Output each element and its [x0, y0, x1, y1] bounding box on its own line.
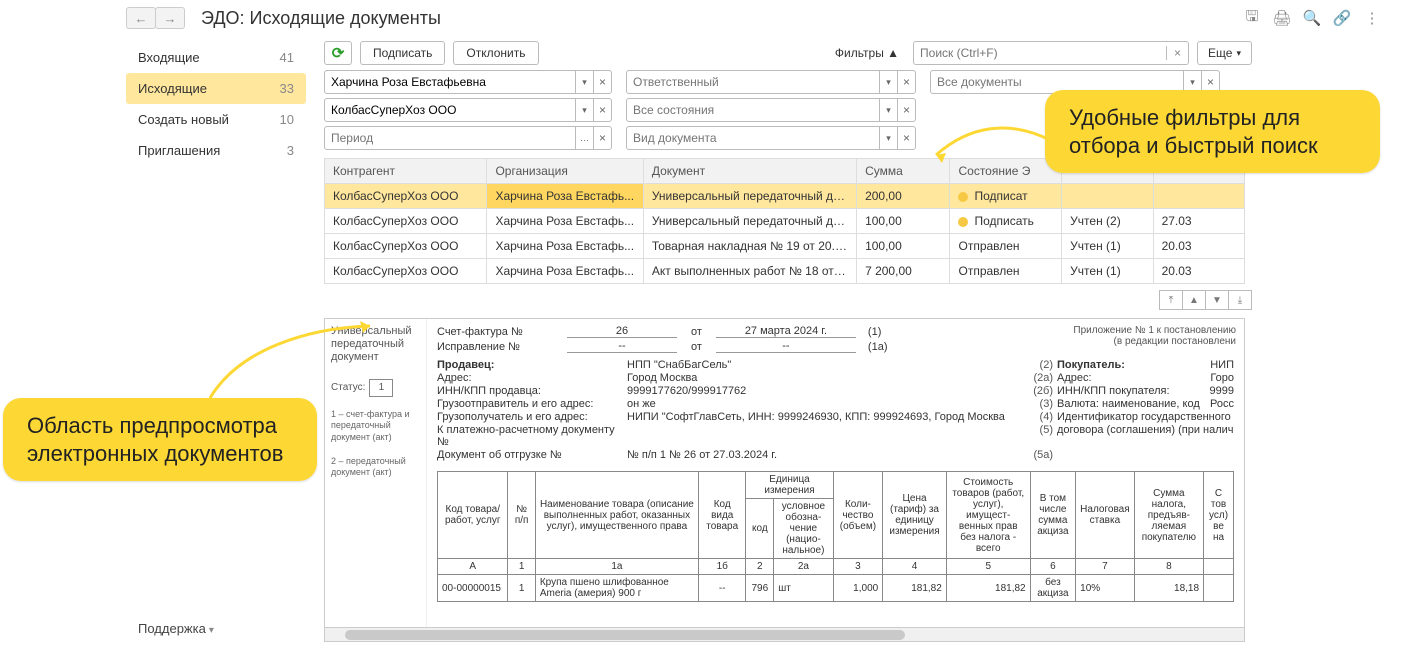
- ellipsis-icon[interactable]: …: [575, 127, 593, 149]
- sidenav-item-count: 3: [287, 143, 294, 158]
- page-title: ЭДО: Исходящие документы: [201, 8, 441, 29]
- filter-period-input[interactable]: [325, 131, 575, 145]
- print-icon[interactable]: 🖨: [1272, 8, 1292, 28]
- filter-state[interactable]: ▾ ×: [626, 98, 916, 122]
- sidenav-item-label: Исходящие: [138, 81, 207, 96]
- clear-icon[interactable]: ×: [897, 127, 915, 149]
- preview-hscrollbar[interactable]: [325, 627, 1244, 641]
- sidenav-item-label: Создать новый: [138, 112, 229, 127]
- chevron-down-icon: ▾: [1236, 48, 1241, 59]
- table-row[interactable]: КолбасСуперХоз ООО Харчина Роза Евстафь.…: [325, 209, 1245, 234]
- filter-responsible-input[interactable]: [627, 75, 879, 89]
- col-state[interactable]: Состояние Э: [950, 159, 1062, 184]
- callout-filters: Удобные фильтры для отбора и быстрый пои…: [1045, 90, 1380, 173]
- kebab-icon[interactable]: ⋮: [1362, 8, 1382, 28]
- chevron-down-icon[interactable]: ▾: [879, 99, 897, 121]
- refresh-button[interactable]: ⟳: [324, 41, 352, 65]
- save-icon[interactable]: 🖫: [1242, 8, 1262, 28]
- items-table: Код товара/ работ, услуг № п/п Наименова…: [437, 471, 1234, 602]
- chevron-down-icon[interactable]: ▾: [575, 99, 593, 121]
- page-down-button[interactable]: ▼: [1205, 290, 1229, 310]
- clear-search-icon[interactable]: ×: [1166, 46, 1188, 60]
- search-icon[interactable]: 🔍: [1302, 8, 1322, 28]
- filter-doctype[interactable]: ▾ ×: [626, 126, 916, 150]
- more-button[interactable]: Еще ▾: [1197, 41, 1252, 65]
- support-link[interactable]: Поддержка▾: [138, 621, 214, 636]
- chevron-down-icon[interactable]: ▾: [879, 71, 897, 93]
- filter-user-input[interactable]: [325, 75, 575, 89]
- status-dot-icon: [958, 217, 968, 227]
- filter-contractor[interactable]: ▾ ×: [324, 98, 612, 122]
- table-row[interactable]: КолбасСуперХоз ООО Харчина Роза Евстафь.…: [325, 184, 1245, 209]
- chevron-down-icon[interactable]: ▾: [879, 127, 897, 149]
- clear-icon[interactable]: ×: [593, 71, 611, 93]
- scrollbar-thumb[interactable]: [345, 630, 905, 640]
- sidenav-item-new[interactable]: Создать новый 10: [126, 104, 306, 135]
- status-value[interactable]: 1: [369, 379, 393, 397]
- filters-toggle[interactable]: Фильтры ▲: [835, 46, 899, 60]
- status-dot-icon: [958, 192, 968, 202]
- appendix-note: Приложение № 1 к постановлению (в редакц…: [1073, 325, 1236, 347]
- filter-doctype-input[interactable]: [627, 131, 879, 145]
- filter-user[interactable]: ▾ ×: [324, 70, 612, 94]
- preview-sidebar: Универсальный передаточный документ Стат…: [325, 319, 427, 641]
- sidenav-item-count: 41: [280, 50, 294, 65]
- sidenav-item-label: Приглашения: [138, 143, 220, 158]
- sign-button[interactable]: Подписать: [360, 41, 445, 65]
- table-row[interactable]: КолбасСуперХоз ООО Харчина Роза Евстафь.…: [325, 259, 1245, 284]
- callout-preview: Область предпросмотра электронных докуме…: [3, 398, 317, 481]
- col-document[interactable]: Документ: [643, 159, 856, 184]
- page-up-button[interactable]: ▲: [1182, 290, 1206, 310]
- sidenav-item-count: 10: [280, 112, 294, 127]
- table-row[interactable]: КолбасСуперХоз ООО Харчина Роза Евстафь.…: [325, 234, 1245, 259]
- refresh-icon: ⟳: [332, 44, 345, 62]
- nav-back-button[interactable]: ←: [126, 7, 156, 29]
- chevron-down-icon: ▾: [209, 625, 214, 636]
- status-label: Статус:: [331, 382, 365, 393]
- filter-responsible[interactable]: ▾ ×: [626, 70, 916, 94]
- sidenav-item-outbox[interactable]: Исходящие 33: [126, 73, 306, 104]
- filter-period[interactable]: … ×: [324, 126, 612, 150]
- sidenav-item-inbox[interactable]: Входящие 41: [126, 42, 306, 73]
- filter-docset-input[interactable]: [931, 75, 1183, 89]
- page-last-button[interactable]: ⤓: [1228, 290, 1252, 310]
- clear-icon[interactable]: ×: [593, 99, 611, 121]
- grid-pager: ⤒ ▲ ▼ ⤓: [1160, 290, 1252, 310]
- document-preview: Универсальный передаточный документ Стат…: [324, 318, 1245, 642]
- filter-contractor-input[interactable]: [325, 103, 575, 117]
- clear-icon[interactable]: ×: [897, 71, 915, 93]
- chevron-down-icon[interactable]: ▾: [575, 71, 593, 93]
- link-icon[interactable]: 🔗: [1332, 8, 1352, 28]
- toolbar: ⟳ Подписать Отклонить Фильтры ▲ × Еще ▾: [324, 40, 1252, 66]
- documents-grid: Контрагент Организация Документ Сумма Со…: [324, 158, 1245, 284]
- search-input[interactable]: [914, 46, 1166, 60]
- legend-2: 2 – передаточный документ (акт): [331, 456, 420, 479]
- sidenav: Входящие 41 Исходящие 33 Создать новый 1…: [126, 42, 306, 166]
- col-organization[interactable]: Организация: [487, 159, 643, 184]
- search-box[interactable]: ×: [913, 41, 1189, 65]
- reject-button[interactable]: Отклонить: [453, 41, 538, 65]
- clear-icon[interactable]: ×: [897, 99, 915, 121]
- nav-forward-button[interactable]: →: [155, 7, 185, 29]
- sidenav-item-label: Входящие: [138, 50, 200, 65]
- page-first-button[interactable]: ⤒: [1159, 290, 1183, 310]
- sidenav-item-count: 33: [280, 81, 294, 96]
- sidenav-item-invites[interactable]: Приглашения 3: [126, 135, 306, 166]
- topbar: ← → ЭДО: Исходящие документы 🖫 🖨 🔍 🔗 ⋮: [126, 6, 1382, 30]
- col-contractor[interactable]: Контрагент: [325, 159, 487, 184]
- item-row[interactable]: 00-00000015 1 Крупа пшено шлифованное Am…: [438, 575, 1234, 602]
- preview-body: Приложение № 1 к постановлению (в редакц…: [427, 319, 1244, 641]
- col-sum[interactable]: Сумма: [857, 159, 950, 184]
- legend-1: 1 – счет-фактура и передаточный документ…: [331, 409, 420, 444]
- clear-icon[interactable]: ×: [593, 127, 611, 149]
- filter-state-input[interactable]: [627, 103, 879, 117]
